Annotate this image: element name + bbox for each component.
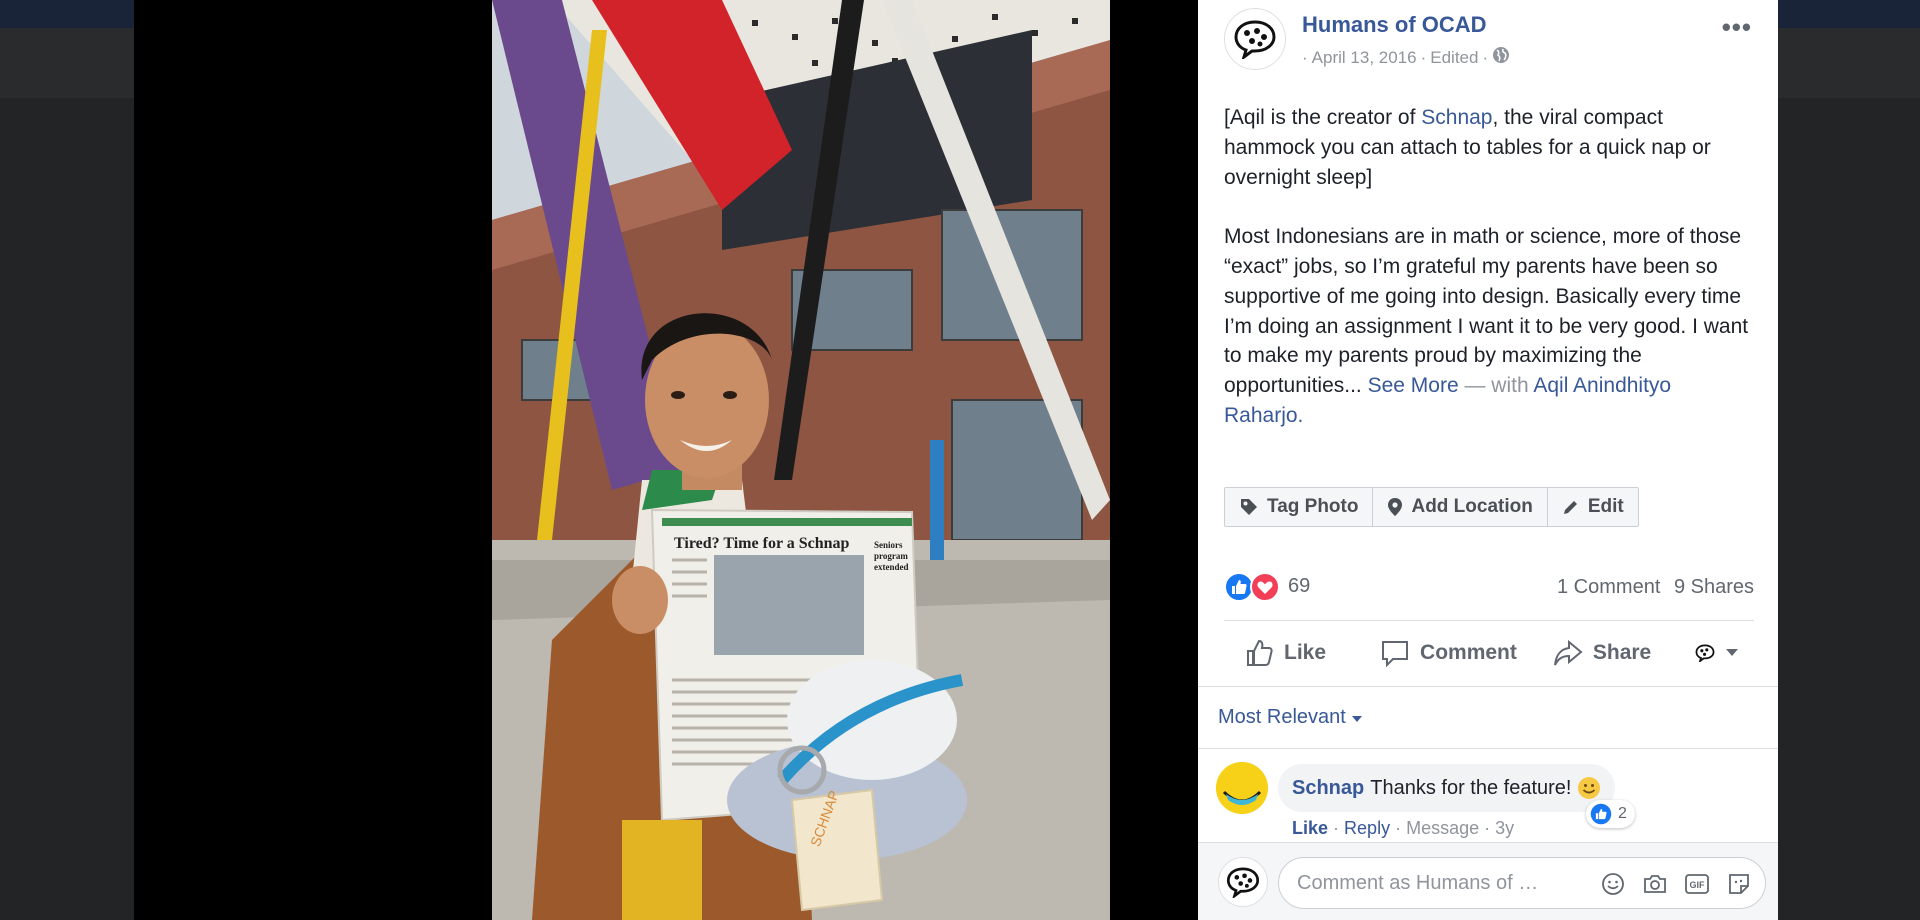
smiley-logo-icon [1216, 762, 1268, 814]
post-meta: · April 13, 2016 · Edited · [1302, 46, 1510, 69]
share-button[interactable]: Share [1553, 638, 1651, 668]
comment-text: Thanks for the feature! [1370, 776, 1572, 799]
reactions-summary: 69 1 Comment 9 Shares [1224, 570, 1754, 604]
posting-as-selector[interactable] [1695, 644, 1739, 662]
meta-dot: · [1333, 818, 1345, 838]
page-name[interactable]: Humans of OCAD [1302, 12, 1487, 38]
share-label: Share [1592, 641, 1652, 664]
post-side-panel: Humans of OCAD · April 13, 2016 · Edited… [1198, 0, 1778, 920]
comment-reply-link[interactable]: Reply [1344, 818, 1390, 838]
with-label: — with [1458, 374, 1534, 398]
comment-icon [1382, 641, 1409, 668]
comment-like-link[interactable]: Like [1292, 818, 1328, 838]
meta-dot: · [1420, 47, 1427, 67]
photo-image: Tired? Time for a Schnap Seniors program e… [492, 0, 1110, 920]
chevron-down-icon [1726, 649, 1739, 656]
edit-label: Edit [1587, 496, 1624, 517]
post-photo[interactable]: Tired? Time for a Schnap Seniors program e… [492, 0, 1110, 920]
commenter-avatar[interactable] [1216, 762, 1268, 814]
page-avatar[interactable] [1224, 8, 1286, 70]
background-strip [0, 28, 134, 98]
camera-icon[interactable] [1641, 870, 1669, 898]
comment-count[interactable]: 1 Comment [1557, 576, 1660, 598]
comment-message-link[interactable]: Message [1406, 818, 1479, 838]
comment-author[interactable]: Schnap [1292, 777, 1364, 800]
newspaper-headline: Tired? Time for a Schnap [674, 535, 850, 552]
sticker-icon[interactable] [1725, 870, 1753, 898]
pencil-icon [1563, 501, 1577, 514]
tag-photo-label: Tag Photo [1267, 496, 1359, 517]
caption-paragraph-1: [Aqil is the creator of Schnap, the vira… [1224, 103, 1754, 192]
comment-item: Schnap Thanks for the feature! 2 Like · … [1216, 762, 1756, 842]
divider [1198, 748, 1778, 749]
sort-label: Most Relevant [1218, 706, 1346, 728]
emoji-icon[interactable] [1599, 870, 1627, 898]
comment-age[interactable]: 3y [1495, 818, 1514, 838]
dimmed-background-right [1778, 28, 1920, 920]
see-more-link[interactable]: See More [1368, 374, 1459, 397]
dimmed-background-left [0, 28, 134, 920]
engagement-counts: 1 Comment 9 Shares [1549, 576, 1754, 599]
smile-emoji-icon [1578, 777, 1601, 799]
caption-text: [Aqil is the creator of [1224, 106, 1422, 129]
photo-actions-bar: Tag Photo Add Location Edit [1224, 487, 1639, 527]
share-arrow-icon [1553, 639, 1583, 666]
photo-viewer: Tired? Time for a Schnap Seniors program e… [134, 0, 1198, 920]
caret-down-icon [1352, 716, 1363, 722]
more-options-icon[interactable]: ••• [1722, 12, 1752, 43]
composer-tools: GIF [1599, 870, 1753, 898]
comment-button[interactable]: Comment [1380, 638, 1517, 668]
schnap-link[interactable]: Schnap [1421, 106, 1492, 129]
comment-sort-dropdown[interactable]: Most Relevant [1218, 706, 1363, 729]
composer-avatar[interactable] [1218, 857, 1268, 907]
meta-dot: · [1484, 818, 1496, 838]
edit-button[interactable]: Edit [1548, 488, 1638, 526]
thumbs-up-icon [1247, 639, 1273, 666]
meta-dot: · [1395, 818, 1407, 838]
like-label: Like [1284, 641, 1327, 664]
svg-text:GIF: GIF [1690, 880, 1706, 890]
post-header: Humans of OCAD · April 13, 2016 · Edited… [1224, 8, 1754, 72]
location-pin-icon [1388, 498, 1403, 516]
comment-reaction-count: 2 [1618, 805, 1627, 822]
tag-photo-button[interactable]: Tag Photo [1225, 488, 1374, 526]
comment-input[interactable] [1297, 858, 1567, 908]
speech-bubble-logo-icon [1226, 867, 1260, 898]
comment-reactions[interactable]: 2 [1586, 800, 1635, 828]
post-caption: [Aqil is the creator of Schnap, the vira… [1224, 103, 1754, 461]
comment-input-wrapper: GIF [1278, 857, 1766, 909]
share-count[interactable]: 9 Shares [1674, 576, 1754, 598]
add-location-button[interactable]: Add Location [1373, 488, 1548, 526]
like-reaction-icon [1590, 803, 1612, 825]
love-reaction-icon [1250, 572, 1280, 602]
speech-bubble-logo-icon [1234, 20, 1276, 59]
post-date[interactable]: April 13, 2016 [1312, 48, 1417, 68]
background-strip [1778, 28, 1920, 98]
globe-icon[interactable] [1492, 46, 1510, 69]
add-location-label: Add Location [1411, 496, 1533, 517]
meta-dot: · [1302, 47, 1308, 67]
comment-meta: Like · Reply · Message · 3y [1292, 818, 1514, 839]
caption-text: Most Indonesians are in math or science,… [1224, 225, 1749, 398]
reaction-icons[interactable] [1224, 572, 1280, 602]
post-actions: Like Comment Share [1224, 630, 1754, 676]
caption-paragraph-2: Most Indonesians are in math or science,… [1224, 222, 1754, 431]
speech-bubble-logo-icon [1695, 644, 1715, 662]
comment-label: Comment [1420, 641, 1517, 664]
tag-icon [1241, 499, 1257, 515]
like-button[interactable]: Like [1244, 638, 1326, 668]
meta-dot: · [1482, 47, 1489, 67]
reaction-count[interactable]: 69 [1288, 575, 1310, 598]
divider [1198, 686, 1778, 687]
gif-icon[interactable]: GIF [1683, 870, 1711, 898]
comment-bubble: Schnap Thanks for the feature! [1278, 764, 1616, 812]
edited-label[interactable]: Edited [1430, 48, 1478, 68]
comment-composer: GIF [1198, 842, 1778, 920]
divider [1224, 620, 1754, 621]
